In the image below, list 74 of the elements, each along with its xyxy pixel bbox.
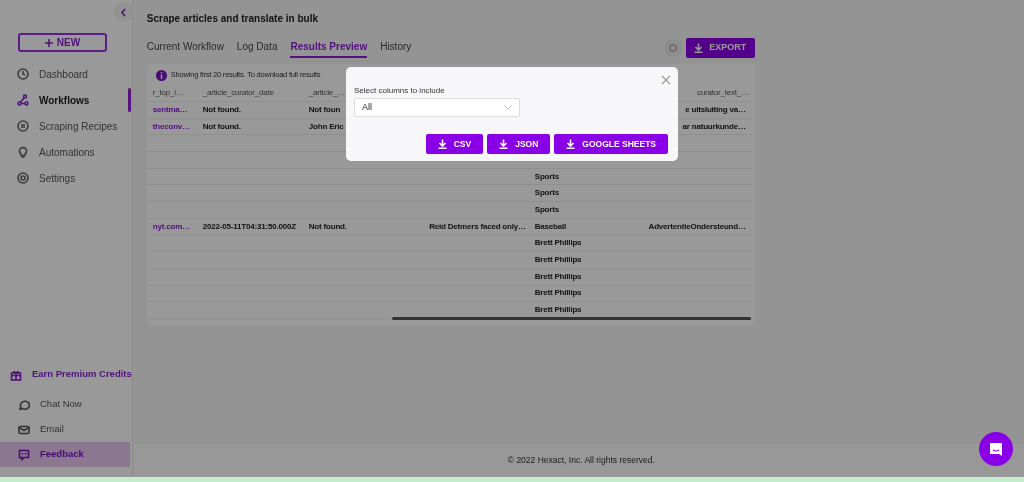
nav-item[interactable]: Automations: [0, 139, 132, 165]
table-cell: Brett Phillips: [534, 237, 582, 250]
nav-item[interactable]: Email: [0, 417, 132, 442]
nav-item[interactable]: Scraping Recipes: [0, 113, 132, 139]
gift-icon: [10, 368, 22, 381]
new-button[interactable]: NEW: [18, 33, 107, 52]
download-icon: [437, 139, 447, 149]
table-cell: Baseball: [534, 220, 567, 233]
table-cell: Sports: [534, 203, 559, 216]
table-cell: 2022-05-11T04:31:50.000Z: [202, 220, 296, 233]
nav-item[interactable]: Earn Premium Credits: [0, 362, 132, 387]
column-header: curator_text_…: [696, 87, 749, 99]
download-icon: [566, 139, 576, 149]
chevron-down-icon: [504, 105, 512, 110]
table-cell: AdvertentieOndersteund…: [648, 220, 746, 233]
column-header: _article_…: [308, 87, 346, 99]
link-cell[interactable]: theconv…: [152, 120, 190, 133]
chat-icon: [18, 398, 30, 411]
table-cell: Sports: [534, 170, 559, 183]
field-label: Select columns to include: [354, 85, 446, 97]
download-button[interactable]: GOOGLE SHEETS: [554, 134, 668, 154]
table-cell: ar natuurkunde…: [682, 120, 746, 133]
download-icon: [499, 139, 509, 149]
table-cell: Brett Phillips: [534, 304, 582, 317]
link-cell[interactable]: nyt.com…: [152, 220, 190, 233]
nav-item[interactable]: Chat Now: [0, 392, 132, 417]
info-icon: [155, 69, 167, 81]
scrollbar[interactable]: [391, 317, 751, 320]
nav-item[interactable]: Dashboard: [0, 61, 132, 87]
column-header: r_top_i…: [152, 87, 184, 99]
list-icon: [17, 120, 29, 132]
download-button[interactable]: CSV: [425, 134, 484, 154]
circle-icon: [668, 44, 677, 52]
table-cell: Not found.: [202, 103, 241, 116]
table-cell: Brett Phillips: [534, 270, 582, 283]
refresh-button[interactable]: [664, 40, 681, 56]
chat-launcher[interactable]: [979, 432, 1013, 466]
collapse-button[interactable]: [113, 2, 134, 22]
nodes-icon: [17, 94, 29, 106]
active-indicator: [127, 88, 131, 112]
table-cell: Not found.: [202, 120, 241, 133]
tab[interactable]: Results Preview: [290, 38, 368, 58]
table-cell: Reid Detmers faced only…: [429, 220, 526, 233]
link-cell[interactable]: sentma…: [152, 103, 188, 116]
columns-select[interactable]: All: [354, 98, 520, 117]
nav-item[interactable]: Settings: [0, 165, 132, 191]
tab[interactable]: History: [380, 38, 412, 58]
table-cell: Brett Phillips: [534, 254, 582, 267]
clock-icon: [17, 68, 29, 80]
tab[interactable]: Current Workflow: [146, 38, 224, 58]
tab[interactable]: Log Data: [236, 38, 278, 58]
table-cell: John Eric: [308, 120, 344, 133]
bulb-icon: [17, 146, 29, 158]
settings-icon: [17, 172, 29, 184]
mail-icon: [18, 423, 30, 436]
download-button[interactable]: JSON: [487, 134, 551, 154]
export-button[interactable]: EXPORT: [685, 38, 755, 58]
plus-icon: [44, 38, 53, 47]
page-title: Scrape articles and translate in bulk: [146, 12, 319, 26]
close-button[interactable]: [661, 75, 671, 85]
table-cell: Not found.: [308, 220, 347, 233]
table-cell: Brett Phillips: [534, 287, 582, 300]
table-cell: Sports: [534, 187, 559, 200]
nav-item[interactable]: Workflows: [0, 87, 132, 113]
download-icon: [694, 43, 704, 53]
copyright-text: © 2022 Hexact, Inc. All rights reserved.: [507, 454, 655, 467]
chat-icon: [988, 441, 1004, 457]
table-cell: Not foun: [308, 103, 341, 116]
close-icon: [661, 75, 671, 85]
nav-item[interactable]: Feedback: [0, 442, 130, 467]
chevron-left-icon: [120, 7, 128, 17]
feedback-icon: [18, 448, 30, 461]
column-header: _article_curator_date: [202, 87, 274, 99]
table-cell: e uitsluiting va…: [685, 103, 746, 116]
